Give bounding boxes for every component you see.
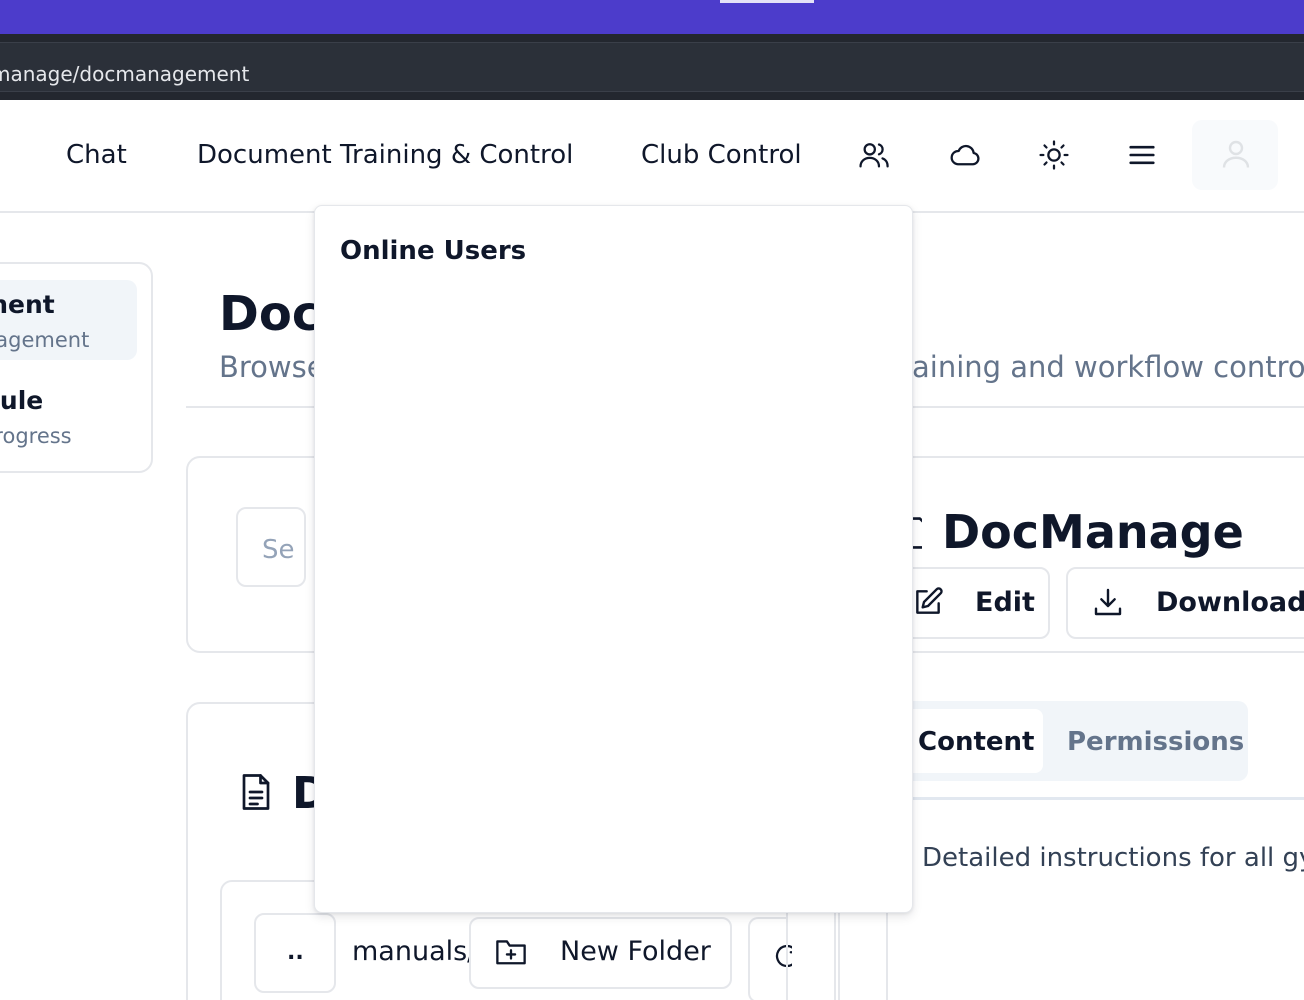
refresh-button[interactable] xyxy=(748,917,792,1000)
sidebar-item-subtitle: Progress xyxy=(0,424,72,448)
sun-icon[interactable] xyxy=(1037,138,1071,172)
sidebar-item-schedule[interactable]: dule Progress xyxy=(0,376,137,456)
download-button-label: Download xyxy=(1156,587,1304,618)
document-icon xyxy=(238,772,274,812)
nav-link-document-training[interactable]: Document Training & Control xyxy=(197,140,573,170)
new-folder-label: New Folder xyxy=(560,936,711,967)
download-icon xyxy=(1092,586,1124,618)
avatar[interactable] xyxy=(1192,120,1278,190)
refresh-icon xyxy=(772,941,792,971)
tab-permissions[interactable]: Permissions xyxy=(1067,727,1244,757)
browser-title-bar xyxy=(0,0,1304,34)
address-bar-url[interactable]: manage/docmanagement xyxy=(0,62,249,86)
top-navigation: Chat Document Training & Control Club Co… xyxy=(0,100,1304,213)
sidebar-item-document-management[interactable]: ment nagement xyxy=(0,280,137,360)
page-subtitle: Browse xyxy=(219,350,325,384)
sidebar-item-title: ment xyxy=(0,290,55,319)
current-path: manuals/ xyxy=(352,936,477,967)
online-users-popover: Online Users xyxy=(314,205,913,913)
page-subtitle-continued: aining and workflow contro xyxy=(912,350,1304,384)
cloud-icon[interactable] xyxy=(948,138,982,172)
sidebar-item-subtitle: nagement xyxy=(0,328,90,352)
sidebar-item-title: dule xyxy=(0,386,44,415)
nav-link-club-control[interactable]: Club Control xyxy=(641,140,802,170)
menu-icon[interactable] xyxy=(1125,138,1159,172)
document-description: Detailed instructions for all gym xyxy=(922,843,1304,873)
active-tab-indicator xyxy=(720,0,814,3)
document-title: DocManage xyxy=(942,505,1244,559)
edit-button-label: Edit xyxy=(975,587,1035,618)
parent-folder-label: .. xyxy=(287,940,304,965)
address-bar[interactable]: manage/docmanagement xyxy=(0,42,1304,92)
browser-toolbar: manage/docmanagement xyxy=(0,34,1304,100)
sidebar: ment nagement dule Progress xyxy=(0,262,153,473)
folder-plus-icon xyxy=(494,936,528,966)
popover-title: Online Users xyxy=(340,236,527,266)
edit-icon xyxy=(912,586,944,618)
divider xyxy=(900,797,1304,800)
search-placeholder: Se xyxy=(262,535,295,565)
users-icon[interactable] xyxy=(857,138,891,172)
search-input[interactable]: Se xyxy=(236,507,306,587)
nav-link-chat[interactable]: Chat xyxy=(66,140,127,170)
tab-content[interactable]: Content xyxy=(918,727,1034,757)
